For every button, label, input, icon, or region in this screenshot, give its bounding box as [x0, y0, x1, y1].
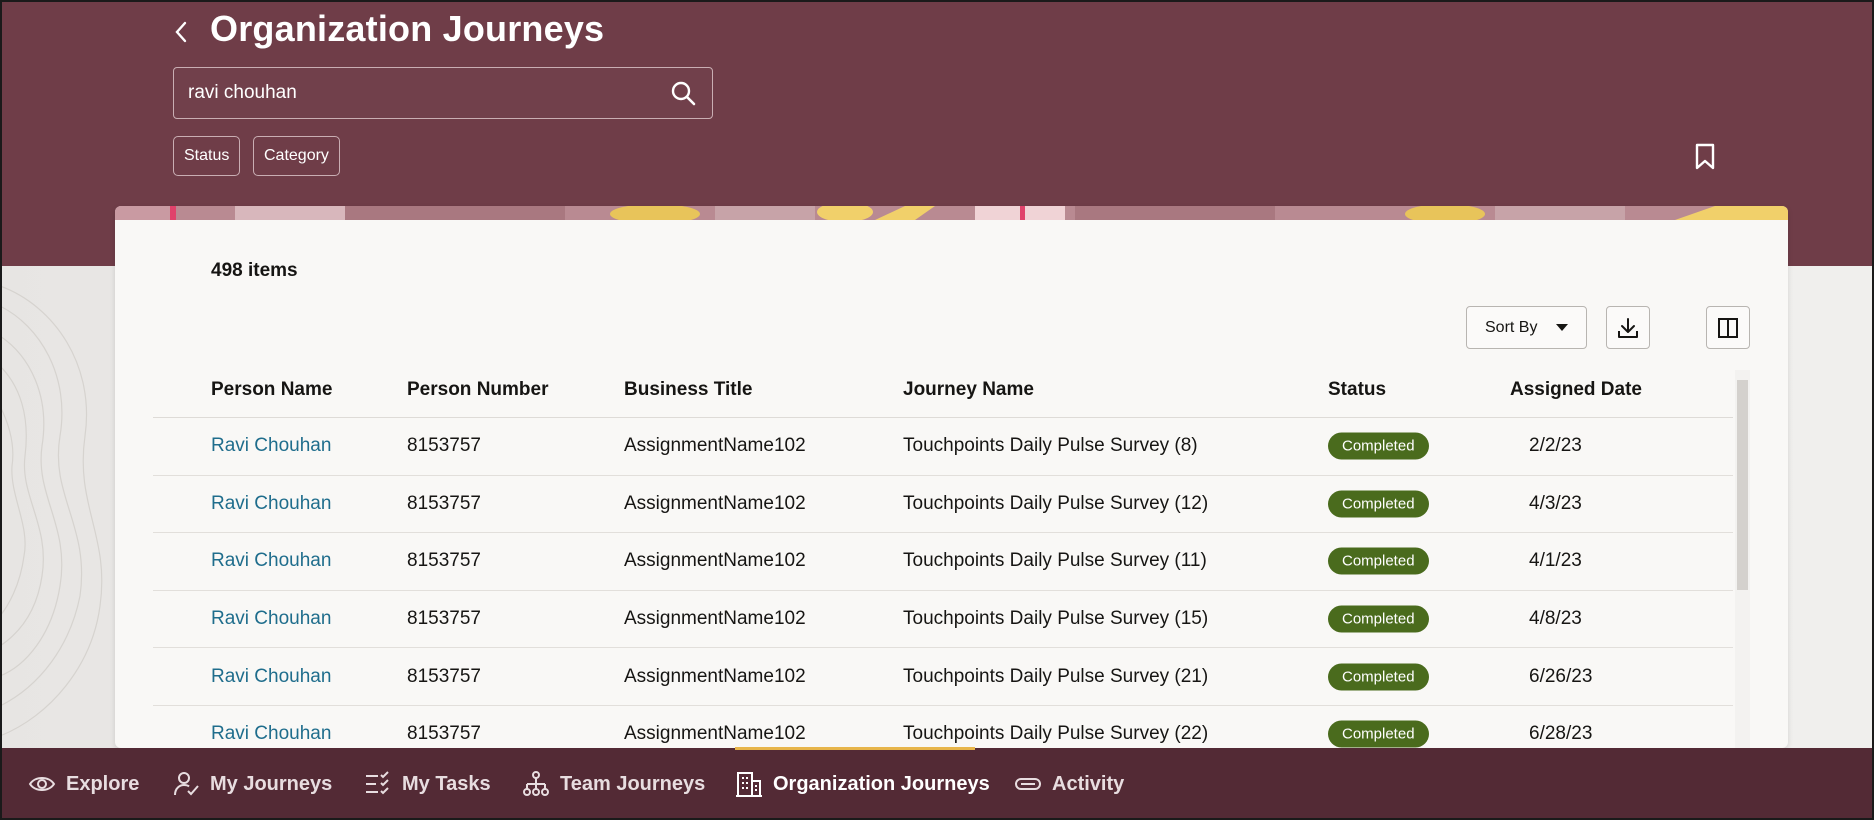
nav-label: My Tasks [402, 772, 491, 795]
column-header[interactable]: Assigned Date [1510, 379, 1642, 401]
column-header[interactable]: Status [1328, 379, 1386, 401]
activity-icon [1014, 770, 1042, 798]
nav-label: Team Journeys [560, 772, 706, 795]
status-badge: Completed [1328, 605, 1429, 633]
journey-name: Touchpoints Daily Pulse Survey (15) [903, 608, 1209, 630]
assigned-date: 4/8/23 [1529, 608, 1582, 630]
split-panel-icon [1718, 317, 1738, 338]
results-card: 498 items Sort By Person Name Person Num… [115, 206, 1788, 748]
page-title: Organization Journeys [210, 8, 605, 49]
download-button[interactable] [1606, 306, 1650, 349]
search-icon[interactable] [668, 78, 698, 108]
journeys-table: Person Name Person Number Business Title… [153, 362, 1733, 748]
journey-name: Touchpoints Daily Pulse Survey (8) [903, 435, 1198, 457]
column-header[interactable]: Business Title [624, 379, 752, 401]
bookmark-icon [1695, 143, 1715, 170]
assigned-date: 4/3/23 [1529, 492, 1582, 514]
card-banner-illustration [115, 206, 1788, 220]
nav-label: Explore [66, 772, 140, 795]
nav-team-journeys[interactable]: Team Journeys [522, 748, 705, 820]
person-name-link[interactable]: Ravi Chouhan [211, 493, 331, 515]
table-row[interactable]: Ravi Chouhan 8153757 AssignmentName102 T… [153, 706, 1733, 748]
nav-label: My Journeys [210, 772, 333, 795]
scrollbar-thumb[interactable] [1737, 380, 1748, 590]
org-chart-icon [522, 770, 550, 798]
business-title: AssignmentName102 [624, 608, 806, 630]
search-input[interactable] [188, 82, 668, 104]
table-row[interactable]: Ravi Chouhan 8153757 AssignmentName102 T… [153, 591, 1733, 649]
business-title: AssignmentName102 [624, 550, 806, 572]
business-title: AssignmentName102 [624, 435, 806, 457]
person-number: 8153757 [407, 492, 481, 514]
person-name-link[interactable]: Ravi Chouhan [211, 723, 331, 745]
status-badge: Completed [1328, 663, 1429, 691]
nav-explore[interactable]: Explore [28, 748, 139, 820]
eye-icon [28, 770, 56, 798]
table-row[interactable]: Ravi Chouhan 8153757 AssignmentName102 T… [153, 533, 1733, 591]
sort-by-button[interactable]: Sort By [1466, 306, 1587, 349]
table-header: Person Name Person Number Business Title… [153, 362, 1733, 418]
search-field[interactable] [173, 67, 713, 119]
assigned-date: 2/2/23 [1529, 435, 1582, 457]
bottom-navigation: Explore My Journeys My Tasks Team Journe… [0, 748, 1874, 820]
back-button[interactable] [166, 14, 196, 50]
nav-organization-journeys[interactable]: Organization Journeys [735, 748, 990, 820]
bookmark-button[interactable] [1690, 140, 1720, 174]
sort-by-label: Sort By [1485, 318, 1538, 336]
person-name-link[interactable]: Ravi Chouhan [211, 608, 331, 630]
table-scrollbar[interactable] [1735, 370, 1750, 748]
business-title: AssignmentName102 [624, 492, 806, 514]
active-tab-indicator [735, 747, 975, 750]
nav-my-tasks[interactable]: My Tasks [364, 748, 491, 820]
journey-name: Touchpoints Daily Pulse Survey (11) [903, 550, 1207, 572]
journey-name: Touchpoints Daily Pulse Survey (22) [903, 723, 1209, 745]
filter-chip-category[interactable]: Category [253, 136, 340, 176]
chevron-left-icon [175, 21, 187, 43]
status-badge: Completed [1328, 432, 1429, 460]
person-number: 8153757 [407, 723, 481, 745]
business-title: AssignmentName102 [624, 723, 806, 745]
nav-activity[interactable]: Activity [1014, 748, 1124, 820]
person-number: 8153757 [407, 608, 481, 630]
nav-label: Activity [1052, 772, 1125, 795]
nav-my-journeys[interactable]: My Journeys [172, 748, 332, 820]
nav-label: Organization Journeys [773, 772, 990, 795]
person-name-link[interactable]: Ravi Chouhan [211, 435, 331, 457]
download-icon [1618, 317, 1638, 338]
column-header[interactable]: Person Number [407, 379, 548, 401]
person-check-icon [172, 770, 200, 798]
task-list-icon [364, 770, 392, 798]
assigned-date: 6/26/23 [1529, 665, 1593, 687]
person-number: 8153757 [407, 435, 481, 457]
journey-name: Touchpoints Daily Pulse Survey (21) [903, 665, 1209, 687]
person-name-link[interactable]: Ravi Chouhan [211, 666, 331, 688]
column-header[interactable]: Journey Name [903, 379, 1034, 401]
assigned-date: 4/1/23 [1529, 550, 1582, 572]
column-layout-button[interactable] [1706, 306, 1750, 349]
caret-down-icon [1556, 323, 1568, 331]
person-number: 8153757 [407, 550, 481, 572]
business-title: AssignmentName102 [624, 665, 806, 687]
table-row[interactable]: Ravi Chouhan 8153757 AssignmentName102 T… [153, 648, 1733, 706]
person-name-link[interactable]: Ravi Chouhan [211, 550, 331, 572]
journey-name: Touchpoints Daily Pulse Survey (12) [903, 492, 1209, 514]
table-row[interactable]: Ravi Chouhan 8153757 AssignmentName102 T… [153, 476, 1733, 534]
person-number: 8153757 [407, 665, 481, 687]
status-badge: Completed [1328, 547, 1429, 575]
status-badge: Completed [1328, 720, 1429, 748]
status-badge: Completed [1328, 490, 1429, 518]
table-row[interactable]: Ravi Chouhan 8153757 AssignmentName102 T… [153, 418, 1733, 476]
column-header[interactable]: Person Name [211, 379, 332, 401]
assigned-date: 6/28/23 [1529, 723, 1593, 745]
building-icon [735, 770, 763, 798]
items-count: 498 items [211, 260, 298, 281]
filter-chip-status[interactable]: Status [173, 136, 241, 176]
